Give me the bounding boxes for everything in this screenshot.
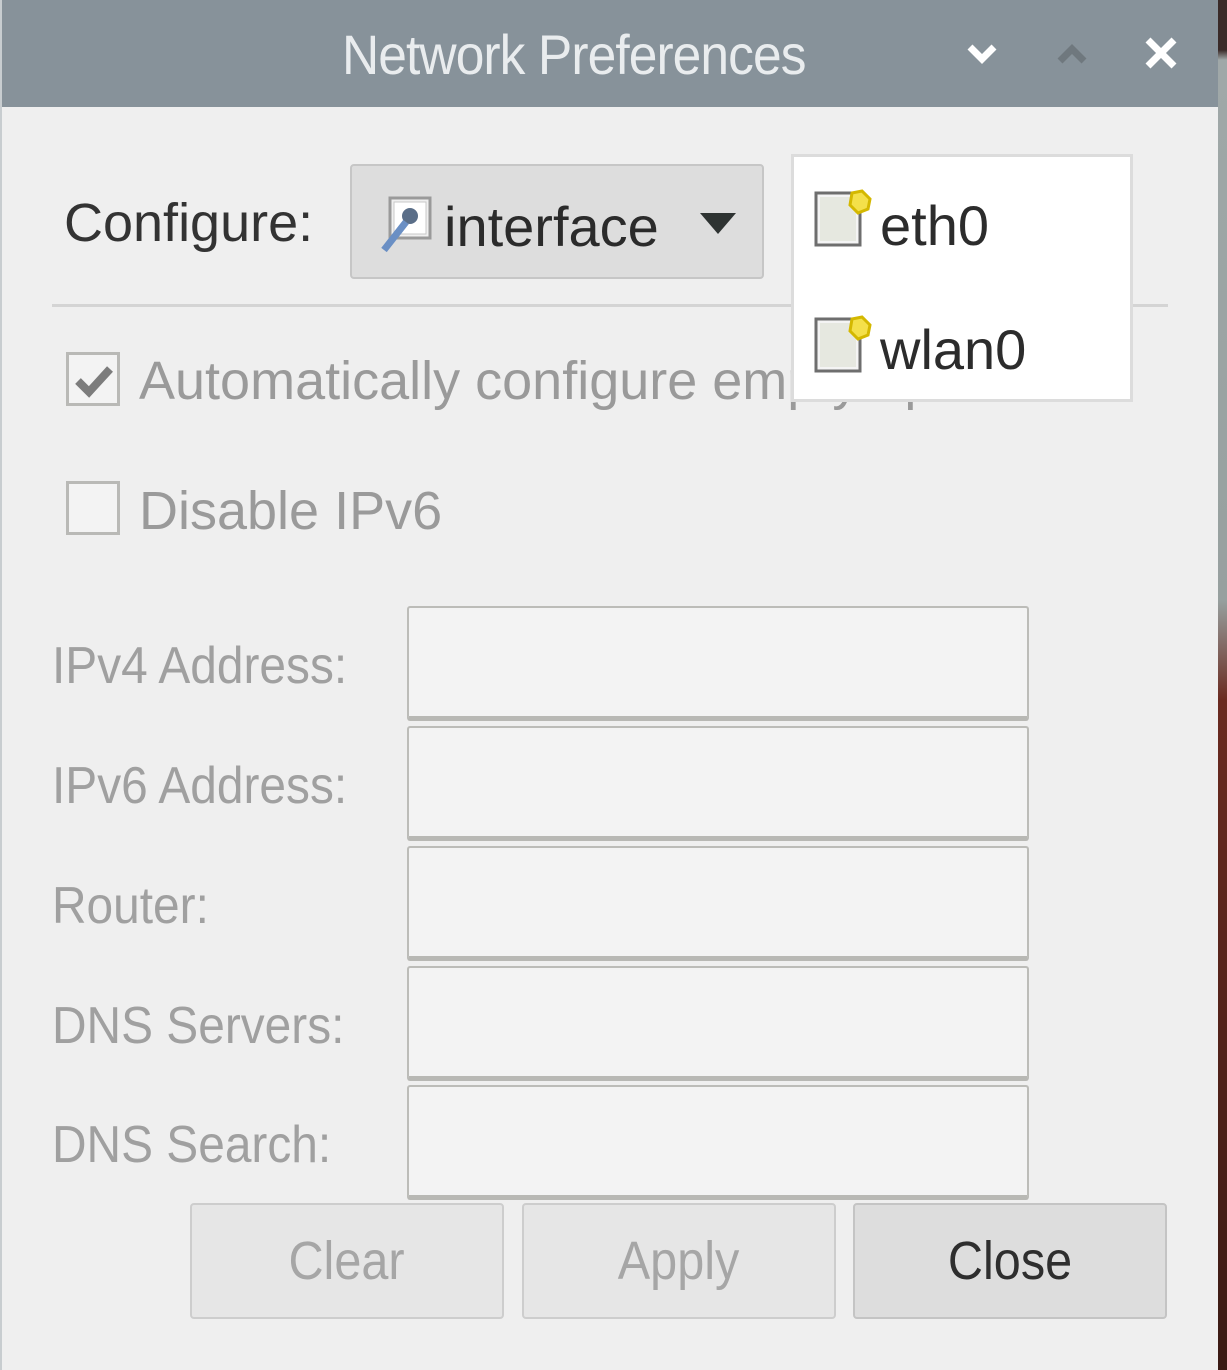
configure-selected-value: interface bbox=[444, 195, 659, 258]
dns-search-input[interactable] bbox=[407, 1085, 1029, 1200]
checkmark-icon bbox=[75, 366, 113, 398]
network-device-icon bbox=[814, 315, 872, 373]
clear-button[interactable]: Clear bbox=[190, 1203, 504, 1319]
network-preferences-window: Network Preferences Configure: interface bbox=[0, 0, 1220, 1370]
router-label: Router: bbox=[52, 877, 209, 935]
auto-configure-checkbox[interactable] bbox=[66, 352, 120, 406]
disable-ipv6-label: Disable IPv6 bbox=[139, 481, 443, 541]
ipv6-address-label: IPv6 Address: bbox=[52, 757, 348, 815]
clear-button-label: Clear bbox=[288, 1231, 406, 1291]
close-icon bbox=[1145, 37, 1177, 69]
apply-button-label: Apply bbox=[618, 1231, 740, 1291]
minimize-button[interactable] bbox=[957, 28, 1007, 78]
popup-item-wlan0[interactable]: wlan0 bbox=[794, 289, 1130, 399]
close-window-button[interactable] bbox=[1136, 28, 1186, 78]
window-title: Network Preferences bbox=[342, 23, 806, 86]
maximize-button[interactable] bbox=[1047, 28, 1097, 78]
network-interface-icon bbox=[381, 196, 432, 253]
dropdown-arrow-icon bbox=[700, 213, 736, 234]
configure-dropdown[interactable]: interface bbox=[350, 164, 764, 279]
ipv4-address-label: IPv4 Address: bbox=[52, 637, 348, 695]
dns-servers-input[interactable] bbox=[407, 966, 1029, 1081]
interface-popup-menu: eth0 wlan0 bbox=[791, 154, 1133, 402]
ipv4-address-input[interactable] bbox=[407, 606, 1029, 721]
close-button[interactable]: Close bbox=[853, 1203, 1167, 1319]
dns-servers-label: DNS Servers: bbox=[52, 997, 345, 1055]
ipv6-address-input[interactable] bbox=[407, 726, 1029, 841]
popup-item-eth0[interactable]: eth0 bbox=[794, 165, 1130, 275]
dns-search-label: DNS Search: bbox=[52, 1116, 332, 1174]
desktop-background-edge bbox=[1218, 0, 1227, 1370]
title-bar[interactable]: Network Preferences bbox=[2, 0, 1220, 107]
configure-label: Configure: bbox=[64, 193, 314, 253]
popup-item-label: eth0 bbox=[880, 194, 989, 257]
disable-ipv6-checkbox[interactable] bbox=[66, 481, 120, 535]
apply-button[interactable]: Apply bbox=[522, 1203, 836, 1319]
popup-item-label: wlan0 bbox=[880, 318, 1027, 381]
close-button-label: Close bbox=[947, 1231, 1073, 1291]
chevron-up-icon bbox=[1057, 44, 1087, 64]
chevron-down-icon bbox=[967, 44, 997, 64]
network-device-icon bbox=[814, 189, 872, 247]
router-input[interactable] bbox=[407, 846, 1029, 961]
